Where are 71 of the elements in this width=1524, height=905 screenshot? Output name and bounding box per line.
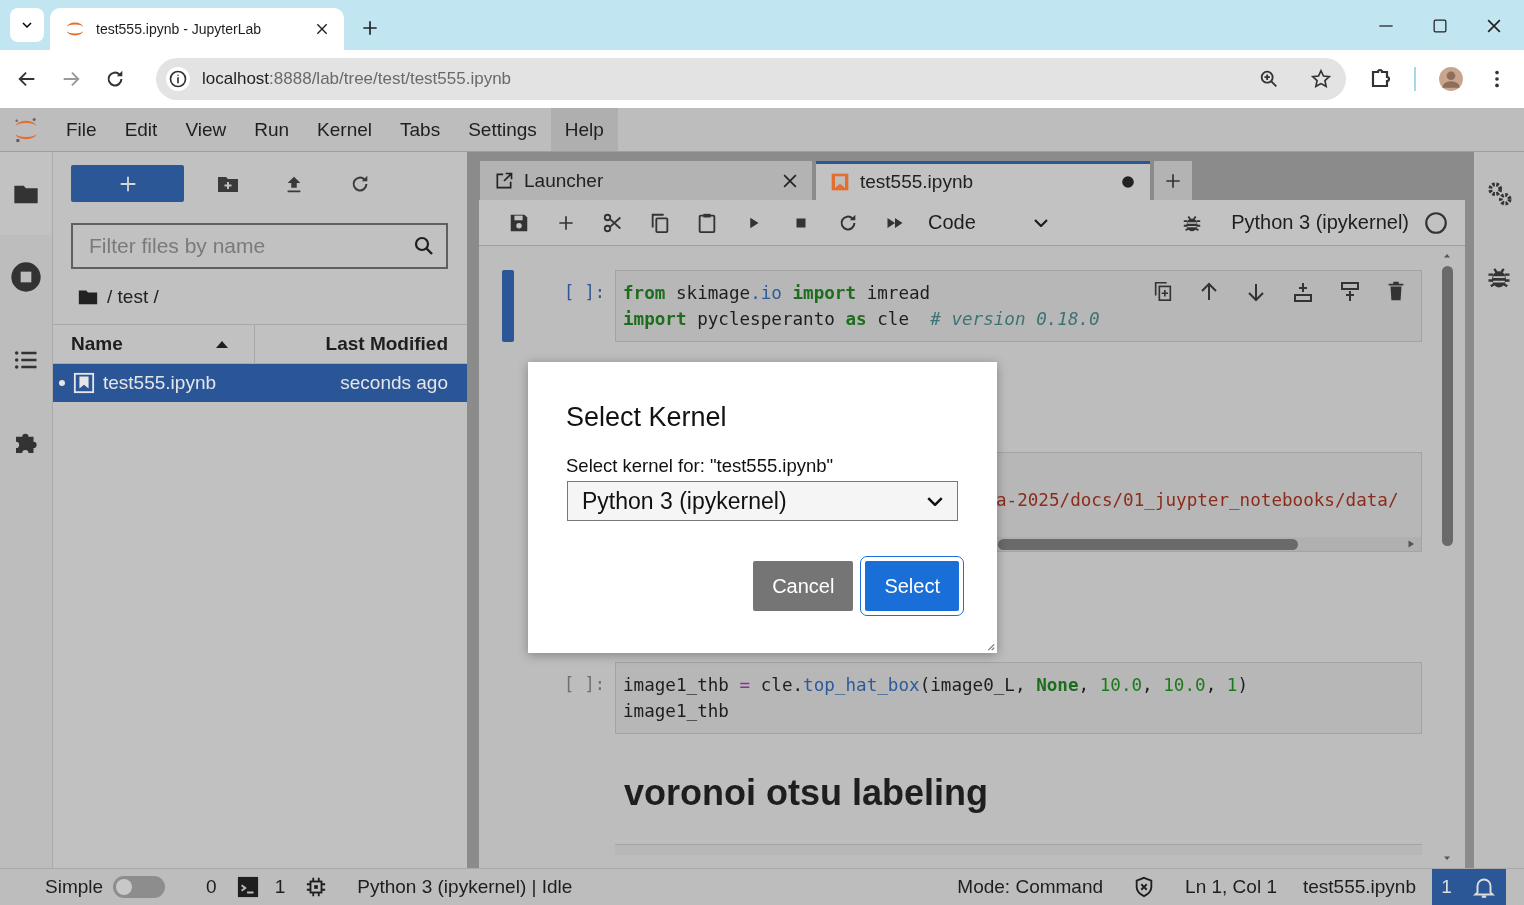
scrollbar-thumb[interactable] — [998, 538, 1298, 550]
tab-title: test555.ipynb - JupyterLab — [96, 21, 262, 37]
scrollbar-thumb[interactable] — [1441, 266, 1453, 546]
scissors-icon[interactable] — [601, 211, 624, 234]
duplicate-icon[interactable] — [1152, 280, 1174, 302]
close-icon[interactable] — [314, 21, 330, 37]
file-row[interactable]: test555.ipynb seconds ago — [53, 364, 467, 402]
insert-above-icon[interactable] — [1338, 280, 1362, 304]
resize-grip-icon[interactable] — [985, 641, 995, 651]
stop-circle-icon[interactable] — [10, 260, 42, 293]
menu-item[interactable]: Edit — [110, 108, 172, 151]
file-name: test555.ipynb — [1302, 876, 1416, 898]
code-line: import pyclesperanto as cle # version 0.18.0 — [623, 308, 1100, 331]
menu-item[interactable]: View — [171, 108, 241, 151]
breadcrumb[interactable]: / test / — [107, 286, 159, 308]
editor-mode: Mode: Command — [957, 876, 1104, 898]
document-tab[interactable]: Launcher — [480, 161, 812, 200]
chip-icon[interactable] — [305, 876, 328, 898]
new-tab-button[interactable] — [1154, 161, 1192, 200]
notebook-file-icon — [73, 372, 95, 394]
notebook-icon — [830, 172, 850, 192]
document-tab[interactable]: test555.ipynb — [816, 161, 1150, 200]
sort-ascending-icon — [216, 340, 228, 348]
filter-field[interactable]: Filter files by name — [87, 233, 412, 259]
kernel-status[interactable]: Python 3 (ipykernel) | Idle — [357, 876, 573, 898]
chevron-icon — [1034, 218, 1048, 227]
menu-item[interactable]: Run — [240, 108, 304, 151]
cancel-button[interactable]: Cancel — [753, 561, 854, 611]
bookmark-star-icon[interactable] — [1310, 68, 1332, 90]
cell-prompt: [ ]: — [563, 281, 605, 302]
code-cell[interactable]: from skimage.io import imread import pyclesperanto as cle # version 0.18.0 — [615, 270, 1422, 342]
code-cell[interactable]: image1_thb = cle.top_hat_box(image0_L, None, 10.0, 10.0, 1) image1_thb — [615, 662, 1422, 734]
insert-below-icon[interactable] — [1291, 280, 1315, 304]
browser-tab[interactable]: test555.ipynb - JupyterLab — [50, 8, 344, 50]
zoom-icon[interactable] — [1258, 68, 1280, 90]
code-line: a-2025/docs/01_juypter_notebooks/data/ — [996, 489, 1399, 512]
new-tab-icon[interactable] — [360, 18, 380, 38]
markdown-heading: voronoi otsu labeling — [624, 772, 988, 813]
avatar-icon[interactable] — [1438, 66, 1464, 92]
menu-item[interactable]: Tabs — [386, 108, 455, 151]
dialog-title: Select Kernel — [566, 402, 728, 433]
select-button[interactable]: Select — [865, 561, 959, 611]
kernel-name[interactable]: Python 3 (ipykernel) — [1231, 211, 1409, 234]
code-line: image1_thb — [623, 700, 729, 723]
column-header[interactable]: Name — [53, 325, 255, 363]
cursor-position[interactable]: Ln 1, Col 1 — [1185, 876, 1277, 898]
address-bar[interactable]: localhost:8888/lab/tree/test/test555.ipynb — [156, 58, 1346, 100]
column-header[interactable]: Last Modified — [255, 325, 467, 363]
mode-label: Simple — [45, 876, 104, 898]
launcher-icon — [494, 170, 514, 191]
filter-box[interactable]: Filter files by name — [71, 223, 448, 269]
menu-item[interactable]: Settings — [454, 108, 551, 151]
file-modified: seconds ago — [340, 372, 448, 394]
info-icon[interactable] — [168, 69, 188, 89]
running-indicator-icon — [59, 380, 65, 386]
kernel-status-icon — [1423, 209, 1449, 236]
terminal-count: 0 — [206, 876, 217, 898]
kernel-count: 1 — [274, 876, 286, 898]
chevron-icon — [927, 496, 943, 506]
code-line: from skimage.io import imread — [623, 282, 931, 305]
file-name: test555.ipynb — [103, 372, 218, 394]
menu-item[interactable]: Help — [550, 108, 618, 151]
menu-item[interactable]: File — [52, 108, 111, 151]
kernel-dropdown[interactable]: Python 3 (ipykernel) — [567, 481, 958, 521]
menu-item[interactable]: Kernel — [303, 108, 386, 151]
code-line: image1_thb = cle.top_hat_box(image0_L, None, 10.0, 10.0, 1) — [623, 674, 1249, 697]
notifications-button[interactable]: 1 — [1432, 868, 1506, 905]
cell-type-dropdown[interactable]: Code — [918, 211, 1058, 234]
cell-prompt: [ ]: — [563, 673, 605, 694]
terminal-icon[interactable] — [236, 876, 259, 898]
simple-mode-toggle[interactable] — [113, 876, 166, 898]
